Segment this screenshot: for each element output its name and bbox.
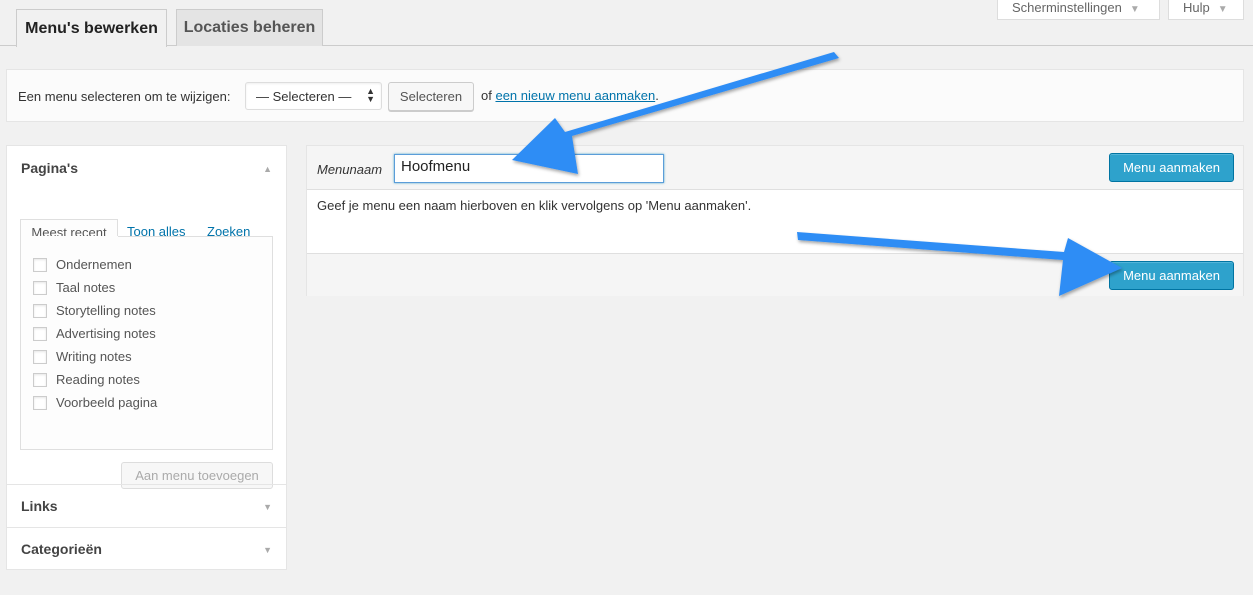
list-item[interactable]: Writing notes	[33, 349, 132, 364]
tab-edit-menus[interactable]: Menu's bewerken	[16, 9, 167, 47]
list-item[interactable]: Voorbeeld pagina	[33, 395, 157, 410]
caret-up-icon[interactable]: ▲	[263, 164, 272, 174]
list-item[interactable]: Storytelling notes	[33, 303, 156, 318]
checkbox[interactable]	[33, 303, 47, 318]
instruction-text: Geef je menu een naam hierboven en klik …	[317, 198, 752, 213]
checkbox[interactable]	[33, 257, 47, 272]
checkbox[interactable]	[33, 326, 47, 341]
select-button[interactable]: Selecteren	[388, 82, 474, 111]
help-label: Hulp	[1183, 0, 1210, 15]
new-menu-link[interactable]: een nieuw menu aanmaken	[495, 88, 655, 103]
categories-title[interactable]: Categorieën	[21, 541, 102, 557]
pages-title[interactable]: Pagina's	[21, 160, 78, 176]
list-item[interactable]: Taal notes	[33, 280, 115, 295]
list-item[interactable]: Advertising notes	[33, 326, 156, 341]
caret-down-icon[interactable]: ▼	[263, 545, 272, 555]
menu-select-value: — Selecteren —	[256, 89, 352, 104]
divider	[7, 484, 286, 485]
list-item[interactable]: Reading notes	[33, 372, 140, 387]
menu-editor-header: Menunaam Hoofmenu Menu aanmaken	[307, 146, 1243, 190]
pages-metabox: Pagina's ▲ Meest recent Toon alles Zoeke…	[6, 145, 287, 570]
menu-name-label: Menunaam	[317, 162, 383, 177]
divider	[7, 527, 286, 528]
checkbox[interactable]	[33, 395, 47, 410]
menu-select[interactable]: — Selecteren — ▲ ▼	[245, 82, 382, 110]
checkbox[interactable]	[33, 280, 47, 295]
create-menu-button-footer[interactable]: Menu aanmaken	[1109, 261, 1234, 290]
caret-down-icon: ▼	[1217, 4, 1228, 15]
manage-menus-bar: Een menu selecteren om te wijzigen: — Se…	[6, 69, 1244, 122]
list-item[interactable]: Ondernemen	[33, 257, 132, 272]
select-menu-label: Een menu selecteren om te wijzigen:	[18, 89, 231, 104]
tab-manage-locations[interactable]: Locaties beheren	[176, 9, 323, 46]
checkbox[interactable]	[33, 349, 47, 364]
screen-options-button[interactable]: Scherminstellingen ▼	[997, 0, 1160, 20]
help-button[interactable]: Hulp ▼	[1168, 0, 1244, 20]
create-menu-button[interactable]: Menu aanmaken	[1109, 153, 1234, 182]
or-text: of een nieuw menu aanmaken.	[481, 88, 659, 103]
caret-down-icon[interactable]: ▼	[263, 502, 272, 512]
checkbox[interactable]	[33, 372, 47, 387]
menu-name-input[interactable]: Hoofmenu	[394, 154, 664, 183]
menu-editor: Menunaam Hoofmenu Menu aanmaken Geef je …	[306, 145, 1244, 296]
caret-down-icon: ▼	[1129, 4, 1140, 15]
menu-editor-footer: Menu aanmaken	[307, 253, 1243, 296]
updown-arrows-icon: ▲ ▼	[366, 86, 375, 104]
links-title[interactable]: Links	[21, 498, 58, 514]
screen-options-label: Scherminstellingen	[1012, 0, 1122, 15]
